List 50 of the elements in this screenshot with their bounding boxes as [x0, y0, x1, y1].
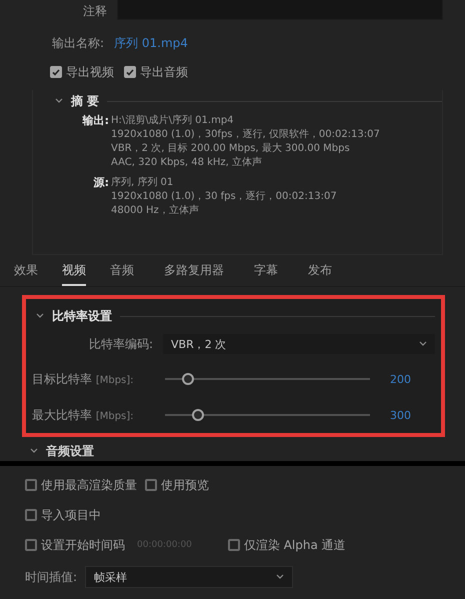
field-label: 最大比特率 [Mbps]: — [32, 406, 135, 424]
chevron-down-icon[interactable] — [55, 98, 63, 104]
tab[interactable]: 发布 — [308, 262, 332, 286]
summary-label: 源: — [92, 176, 109, 191]
field-label: 目标比特率 [Mbps]: — [32, 370, 135, 388]
section-title: 音频设置 — [46, 444, 94, 458]
chevron-down-icon — [419, 341, 427, 347]
slider-value[interactable]: 300 — [390, 408, 411, 422]
chevron-down-icon[interactable] — [36, 313, 44, 319]
slider-thumb[interactable] — [192, 409, 204, 421]
field-label: 注释 — [82, 2, 107, 20]
bitrate-encoding-dropdown[interactable]: VBR，2 次 — [163, 334, 435, 354]
checkbox-label: 设置开始时间码 — [41, 536, 125, 554]
field-label: 时间插值: — [25, 568, 78, 586]
summary-line: VBR，2 次, 目标 200.00 Mbps, 最大 300.00 Mbps — [111, 142, 351, 156]
summary-label: 输出: — [81, 114, 109, 129]
checkbox[interactable] — [25, 479, 37, 491]
checkbox-label: 使用最高渲染质量 — [41, 476, 137, 494]
field-label: 输出名称: — [52, 34, 104, 52]
tab[interactable]: 多路复用器 — [164, 262, 224, 286]
tab[interactable]: 音频 — [110, 262, 134, 286]
section-title: 比特率设置 — [52, 308, 112, 324]
tab[interactable]: 字幕 — [254, 262, 278, 286]
checkbox[interactable] — [25, 509, 37, 521]
checkbox[interactable] — [50, 66, 62, 78]
field-label: 比特率编码: — [88, 336, 153, 352]
chevron-down-icon[interactable] — [30, 448, 38, 454]
summary-line: AAC, 320 Kbps, 48 kHz, 立体声 — [111, 156, 264, 170]
tab[interactable]: 效果 — [14, 262, 38, 286]
slider-value[interactable]: 200 — [390, 372, 411, 386]
tab[interactable]: 视频 — [62, 262, 86, 286]
checkbox[interactable] — [228, 539, 240, 551]
checkbox-label: 导出音频 — [140, 64, 188, 80]
summary-line: H:\混剪\成片\序列 01.mp4 — [111, 114, 235, 128]
slider-thumb[interactable] — [182, 373, 194, 385]
interpolation-dropdown[interactable]: 帧采样 — [85, 566, 294, 588]
checkbox-label: 导入项目中 — [41, 506, 101, 524]
checkbox[interactable] — [145, 479, 157, 491]
checkbox-label: 使用预览 — [161, 476, 209, 494]
checkbox[interactable] — [25, 539, 37, 551]
summary-line: 序列, 序列 01 — [111, 176, 174, 190]
checkbox-label: 导出视频 — [66, 64, 114, 80]
summary-line: 1920x1080 (1.0)，30 fps，逐行，00:02:13:07 — [111, 190, 338, 204]
chevron-down-icon — [276, 574, 284, 580]
summary-line: 48000 Hz，立体声 — [111, 204, 200, 218]
section-title: 摘 要 — [71, 92, 100, 110]
checkbox-label: 仅渲染 Alpha 通道 — [244, 536, 346, 554]
checkbox[interactable] — [124, 66, 136, 78]
summary-line: 1920x1080 (1.0)，30fps，逐行, 仅限软件，00:02:13:07 — [111, 128, 381, 142]
output-name-link[interactable]: 序列 01.mp4 — [114, 34, 188, 52]
